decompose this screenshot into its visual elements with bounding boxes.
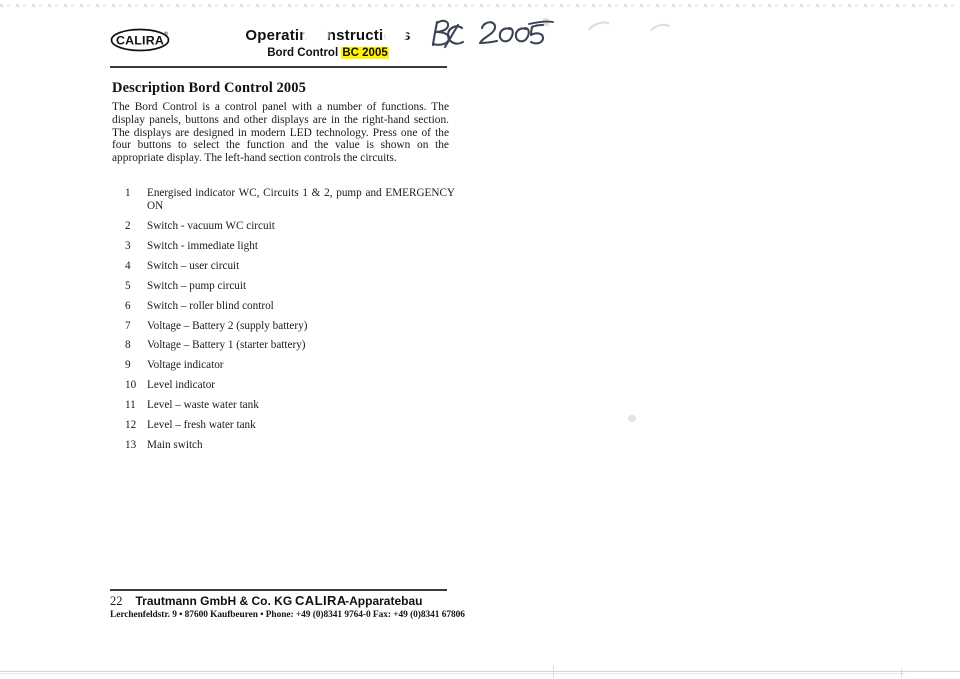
header-title-block: Operating Instructions Bord Control BC 2…	[208, 26, 448, 61]
document-header: CALIRA ® Operating Instructions Bord Con…	[110, 26, 447, 68]
list-item: 8 Voltage – Battery 1 (starter battery)	[125, 339, 455, 352]
footer-primary-line: 22 Trautmann GmbH & Co. KG CALIRA-Appara…	[110, 594, 448, 609]
list-item: 4 Switch – user circuit	[125, 260, 455, 273]
list-item-number: 9	[125, 359, 131, 372]
legend-list: 1 Energised indicator WC, Circuits 1 & 2…	[125, 187, 455, 459]
list-item-number: 6	[125, 299, 131, 312]
page-title: Operating Instructions	[245, 26, 410, 45]
page-subtitle-highlight: BC 2005	[341, 47, 389, 59]
list-item: 2 Switch - vacuum WC circuit	[125, 220, 455, 233]
list-item: 6 Switch – roller blind control	[125, 300, 455, 313]
list-item-number: 1	[125, 187, 131, 199]
list-item: 3 Switch - immediate light	[125, 240, 455, 253]
list-item-number: 7	[125, 319, 131, 332]
list-item-label: Voltage – Battery 1 (starter battery)	[147, 339, 306, 352]
calira-wordmark: CALIRA	[294, 594, 347, 608]
list-item-number: 13	[125, 439, 137, 452]
scan-artifact-smudge	[583, 17, 619, 49]
scan-artifact-smudge	[645, 20, 679, 50]
list-item-label: Voltage – Battery 2 (supply battery)	[147, 319, 308, 332]
footer-company-suffix: -Apparatebau	[345, 594, 423, 608]
list-item: 10 Level indicator	[125, 379, 455, 392]
list-item-label: Level indicator	[147, 379, 216, 392]
list-item-number: 12	[125, 419, 137, 432]
svg-text:CALIRA: CALIRA	[116, 33, 164, 47]
document-footer: 22 Trautmann GmbH & Co. KG CALIRA-Appara…	[110, 594, 465, 620]
list-item-label: Level – waste water tank	[147, 399, 259, 412]
footer-company-name: Trautmann GmbH & Co. KG CALIRA-Apparateb…	[110, 594, 448, 608]
list-item: 11 Level – waste water tank	[125, 399, 455, 412]
list-item-number: 2	[125, 219, 131, 232]
svg-text:®: ®	[164, 31, 168, 38]
intro-paragraph: The Bord Control is a control panel with…	[112, 101, 449, 165]
scan-artifact-bottom-tick	[901, 668, 902, 678]
list-item: 1 Energised indicator WC, Circuits 1 & 2…	[125, 187, 455, 212]
list-item-number: 11	[125, 399, 136, 412]
scan-artifact-bottom-edge	[0, 671, 960, 672]
section-title: Description Bord Control 2005	[112, 80, 306, 96]
scan-artifact-bottom-edge	[0, 673, 905, 674]
list-item: 12 Level – fresh water tank	[125, 419, 455, 432]
list-item-label: Switch - vacuum WC circuit	[147, 219, 275, 232]
list-item-label: Voltage indicator	[147, 359, 224, 372]
list-item-number: 8	[125, 339, 131, 352]
list-item-label: Switch – pump circuit	[147, 279, 247, 292]
list-item-label: Main switch	[147, 439, 203, 452]
calira-logo: CALIRA ®	[110, 28, 174, 52]
page-number: 22	[110, 594, 123, 608]
list-item: 9 Voltage indicator	[125, 359, 455, 372]
list-item-label: Switch - immediate light	[147, 239, 258, 252]
page-subtitle: Bord Control BC 2005	[208, 46, 448, 61]
list-item-label: Switch – user circuit	[147, 259, 240, 272]
list-item-number: 10	[125, 379, 137, 392]
list-item-number: 3	[125, 239, 131, 252]
scan-artifact-top-edge	[0, 4, 960, 7]
list-item: 7 Voltage – Battery 2 (supply battery)	[125, 320, 455, 333]
list-item: 13 Main switch	[125, 439, 455, 452]
header-divider-rule	[110, 66, 447, 68]
list-item-number: 5	[125, 279, 131, 292]
list-item-label: Switch – roller blind control	[147, 299, 274, 312]
list-item-number: 4	[125, 259, 131, 272]
footer-company-prefix: Trautmann GmbH & Co. KG	[135, 594, 296, 608]
page-subtitle-prefix: Bord Control	[267, 47, 342, 59]
scan-artifact-bottom-tick	[553, 665, 554, 678]
footer-divider-rule	[110, 589, 447, 591]
handwritten-annotation	[425, 12, 555, 56]
list-item: 5 Switch – pump circuit	[125, 280, 455, 293]
footer-address-line: Lerchenfeldstr. 9 • 87600 Kaufbeuren • P…	[110, 610, 465, 620]
list-item-label: Energised indicator WC, Circuits 1 & 2, …	[147, 187, 455, 212]
list-item-label: Level – fresh water tank	[147, 419, 256, 432]
scan-artifact-smudge	[628, 415, 636, 422]
